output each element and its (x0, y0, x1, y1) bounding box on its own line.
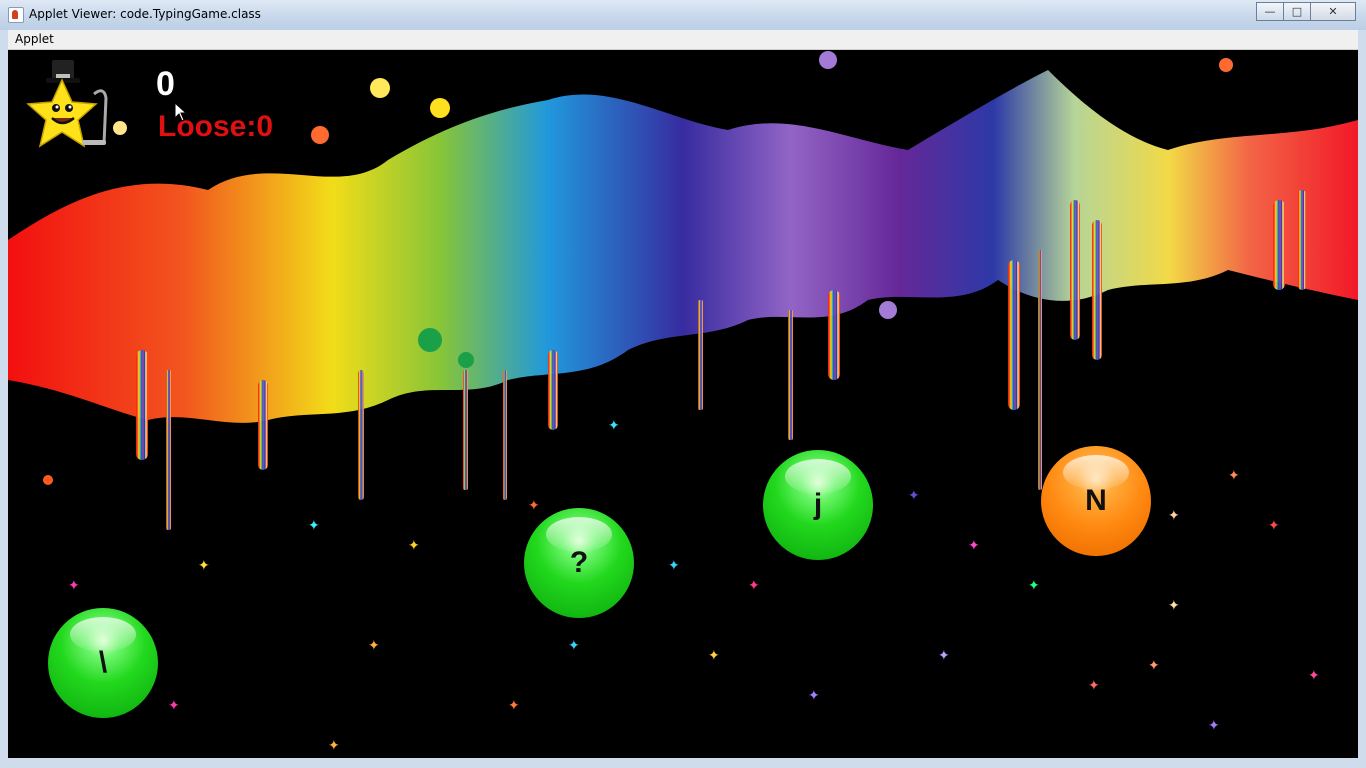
bubble-letter: N (1085, 484, 1107, 517)
minimize-button[interactable]: — (1256, 2, 1284, 21)
svg-text:✦: ✦ (1168, 598, 1180, 614)
letter-bubble[interactable]: ? (524, 508, 634, 618)
close-button[interactable]: ✕ (1310, 2, 1356, 21)
menu-bar: Applet (8, 30, 1358, 50)
svg-text:✦: ✦ (368, 638, 380, 654)
maximize-button[interactable]: □ (1283, 2, 1311, 21)
svg-text:✦: ✦ (568, 638, 580, 654)
window-frame-bottom (8, 758, 1358, 768)
letter-bubble[interactable]: j (763, 450, 873, 560)
score-value: 0 (156, 65, 175, 103)
svg-text:✦: ✦ (748, 578, 760, 594)
svg-text:✦: ✦ (1208, 718, 1220, 734)
title-bar[interactable]: Applet Viewer: code.TypingGame.class — □… (0, 0, 1366, 30)
svg-text:✦: ✦ (808, 688, 820, 704)
svg-text:✦: ✦ (1268, 518, 1280, 534)
svg-text:✦: ✦ (1088, 678, 1100, 694)
window-title: Applet Viewer: code.TypingGame.class (29, 7, 261, 21)
menu-applet[interactable]: Applet (15, 32, 54, 46)
svg-text:✦: ✦ (908, 488, 920, 504)
svg-text:✦: ✦ (198, 558, 210, 574)
svg-text:✦: ✦ (608, 418, 620, 434)
bubble-letter: ? (569, 546, 589, 579)
java-app-icon[interactable] (8, 7, 24, 23)
svg-text:✦: ✦ (168, 698, 180, 714)
svg-text:✦: ✦ (328, 738, 340, 754)
svg-text:✦: ✦ (1028, 578, 1040, 594)
minimize-icon: — (1264, 5, 1276, 18)
svg-text:✦: ✦ (1228, 468, 1240, 484)
svg-text:✦: ✦ (938, 648, 950, 664)
window-frame-right (1358, 30, 1366, 768)
letter-bubble[interactable]: \ (48, 608, 158, 718)
game-canvas[interactable]: ✦ ✦ ✦ ✦ ✦ ✦ ✦ ✦ ✦ ✦ ✦ ✦ ✦ ✦ ✦ ✦ ✦ ✦ ✦ ✦ (8, 50, 1358, 758)
bubble-letter: j (813, 488, 823, 521)
svg-text:✦: ✦ (668, 558, 680, 574)
window-controls: — □ ✕ (1256, 2, 1356, 21)
svg-text:✦: ✦ (508, 698, 520, 714)
star-mascot-icon (22, 56, 114, 152)
maximize-icon: □ (1291, 5, 1303, 18)
svg-text:✦: ✦ (408, 538, 420, 554)
svg-text:✦: ✦ (708, 648, 720, 664)
bubble-letter: \ (98, 646, 108, 679)
svg-text:✦: ✦ (68, 578, 80, 594)
svg-text:✦: ✦ (1308, 668, 1320, 684)
paint-splash-background: ✦ ✦ ✦ ✦ ✦ ✦ ✦ ✦ ✦ ✦ ✦ ✦ ✦ ✦ ✦ ✦ ✦ ✦ ✦ ✦ (8, 51, 1358, 754)
close-icon: ✕ (1328, 5, 1338, 18)
letter-bubble[interactable]: N (1041, 446, 1151, 556)
svg-text:✦: ✦ (528, 498, 540, 514)
window-frame-left (0, 30, 8, 768)
mouse-cursor-icon (174, 102, 188, 122)
svg-text:✦: ✦ (308, 518, 320, 534)
svg-text:✦: ✦ (968, 538, 980, 554)
svg-text:✦: ✦ (1148, 658, 1160, 674)
applet-viewer-window: Applet Viewer: code.TypingGame.class — □… (0, 0, 1366, 768)
svg-text:✦: ✦ (1168, 508, 1180, 524)
